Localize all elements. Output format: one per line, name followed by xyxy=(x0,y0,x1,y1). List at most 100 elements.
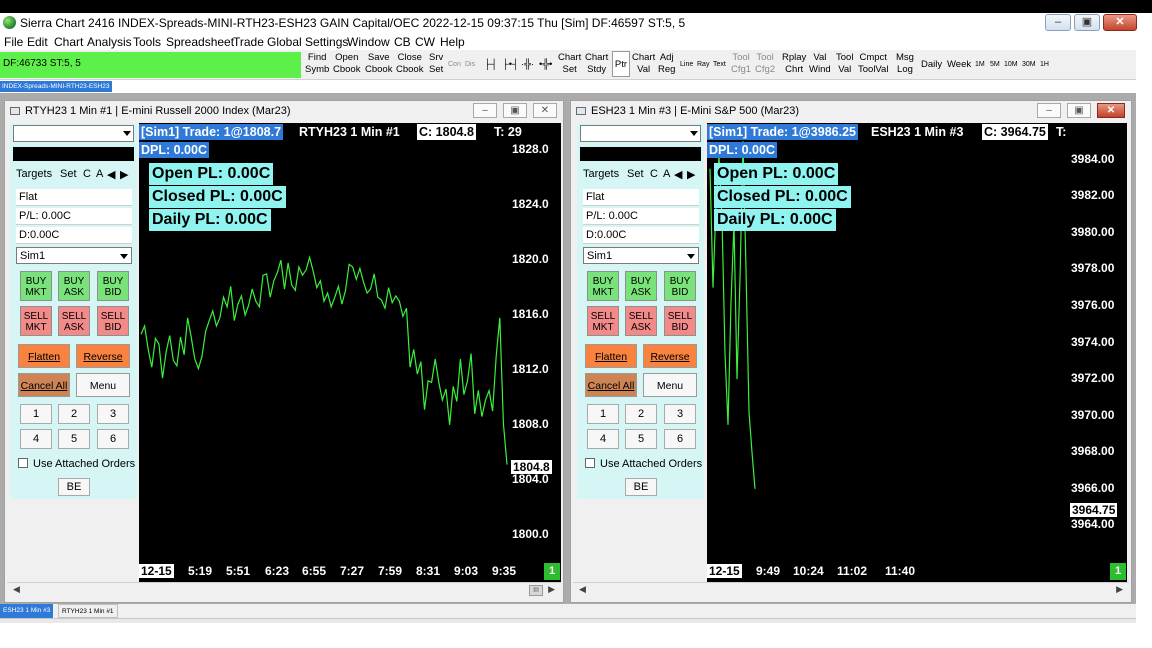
scroll-right-icon[interactable]: ▶ xyxy=(1116,584,1123,595)
close-button[interactable]: ✕ xyxy=(1103,14,1137,31)
connect-button[interactable]: Con xyxy=(448,59,461,71)
find-symbol-button[interactable]: Find Symb xyxy=(305,52,329,76)
open-chartbook-button[interactable]: Open Cbook xyxy=(333,52,360,76)
trade-symbol-dropdown[interactable] xyxy=(580,125,701,142)
qty-3-button[interactable]: 3 xyxy=(97,404,129,424)
scroll-left-icon[interactable]: ◀ xyxy=(579,584,586,595)
message-log-button[interactable]: Msg Log xyxy=(896,52,914,76)
menu-tools[interactable]: Tools xyxy=(133,35,161,49)
10m-button[interactable]: 10M xyxy=(1004,59,1018,71)
menu-button[interactable]: Menu xyxy=(643,373,697,397)
qty-4-button[interactable]: 4 xyxy=(20,429,52,449)
cancel-all-button[interactable]: Cancel All xyxy=(18,373,70,397)
buy-mkt-button[interactable]: BUY MKT xyxy=(587,271,619,301)
qty-1-button[interactable]: 1 xyxy=(20,404,52,424)
chart-studies-button[interactable]: Chart Stdy xyxy=(585,52,608,76)
tab-c[interactable]: C xyxy=(83,168,91,180)
sell-mkt-button[interactable]: SELL MKT xyxy=(20,306,52,336)
tab-scroll-left-icon[interactable]: ◀ xyxy=(674,168,682,181)
close-chartbook-button[interactable]: Close Cbook xyxy=(396,52,423,76)
qty-5-button[interactable]: 5 xyxy=(58,429,90,449)
qty-6-button[interactable]: 6 xyxy=(664,429,696,449)
scroll-thumb[interactable]: III xyxy=(529,585,543,596)
qty-4-button[interactable]: 4 xyxy=(587,429,619,449)
chart-values-button[interactable]: Chart Val xyxy=(632,52,655,76)
1m-button[interactable]: 1M xyxy=(975,59,985,71)
buy-bid-button[interactable]: BUY BID xyxy=(97,271,129,301)
tab-a[interactable]: A xyxy=(663,168,670,180)
qty-2-button[interactable]: 2 xyxy=(58,404,90,424)
tab-targets[interactable]: Targets xyxy=(583,168,619,180)
tab-set[interactable]: Set xyxy=(627,168,644,180)
tool-config2-button[interactable]: Tool Cfg2 xyxy=(755,52,775,76)
chart-close-button[interactable]: ✕ xyxy=(1097,103,1125,118)
chart-minimize-button[interactable]: – xyxy=(1037,103,1061,118)
tab-targets[interactable]: Targets xyxy=(16,168,52,180)
values-window-button[interactable]: Val Wind xyxy=(809,52,831,76)
account-select[interactable]: Sim1 xyxy=(16,247,132,264)
qty-6-button[interactable]: 6 xyxy=(97,429,129,449)
tab-set[interactable]: Set xyxy=(60,168,77,180)
minimize-button[interactable]: – xyxy=(1045,14,1071,31)
30m-button[interactable]: 30M xyxy=(1022,59,1036,71)
qty-1-button[interactable]: 1 xyxy=(587,404,619,424)
week-button[interactable]: Week xyxy=(947,59,971,71)
menu-chart[interactable]: Chart xyxy=(54,35,83,49)
use-attached-orders-checkbox[interactable]: Use Attached Orders xyxy=(585,458,702,470)
tab-scroll-left-icon[interactable]: ◀ xyxy=(107,168,115,181)
qty-3-button[interactable]: 3 xyxy=(664,404,696,424)
tool-config1-button[interactable]: Tool Cfg1 xyxy=(731,52,751,76)
tab-rtyh23[interactable]: RTYH23 1 Min #1 xyxy=(58,604,118,618)
reverse-button[interactable]: Reverse xyxy=(76,344,130,368)
menu-cw[interactable]: CW xyxy=(415,35,435,49)
chartbook-tab[interactable]: INDEX-Spreads-MINI-RTH23-ESH23 xyxy=(0,81,112,92)
chart-spacing-dot-icon[interactable]: ├•┤ xyxy=(502,59,519,71)
tab-a[interactable]: A xyxy=(96,168,103,180)
horizontal-scrollbar[interactable]: ◀ III ▶ xyxy=(7,582,561,598)
menu-trade[interactable]: Trade xyxy=(233,35,264,49)
price-chart-rtyh23[interactable]: [Sim1] Trade: 1@1808.7 RTYH23 1 Min #1 C… xyxy=(139,123,561,582)
adjust-region-button[interactable]: Adj Reg xyxy=(658,52,675,76)
5m-button[interactable]: 5M xyxy=(990,59,1000,71)
menu-button[interactable]: Menu xyxy=(76,373,130,397)
menu-cb[interactable]: CB xyxy=(394,35,411,49)
buy-ask-button[interactable]: BUY ASK xyxy=(58,271,90,301)
chart-spacing-icon[interactable]: ├┤ xyxy=(484,59,497,71)
text-tool-button[interactable]: Text xyxy=(713,59,726,71)
pointer-tool-button[interactable]: Ptr xyxy=(612,51,630,77)
tab-c[interactable]: C xyxy=(650,168,658,180)
tab-scroll-right-icon[interactable]: ▶ xyxy=(687,168,695,181)
crosshair-icon[interactable]: ·╬· xyxy=(521,59,534,71)
ray-tool-button[interactable]: Ray xyxy=(697,59,709,71)
qty-2-button[interactable]: 2 xyxy=(625,404,657,424)
menu-edit[interactable]: Edit xyxy=(27,35,48,49)
server-settings-button[interactable]: Srv Set xyxy=(429,52,443,76)
crosshair-dot-icon[interactable]: •╬• xyxy=(539,59,552,71)
disconnect-button[interactable]: Dis xyxy=(465,59,475,71)
menu-analysis[interactable]: Analysis xyxy=(87,35,132,49)
scroll-right-icon[interactable]: ▶ xyxy=(548,584,555,595)
tool-values-button[interactable]: Tool Val xyxy=(836,52,853,76)
menu-file[interactable]: File xyxy=(4,35,23,49)
sell-bid-button[interactable]: SELL BID xyxy=(664,306,696,336)
1h-button[interactable]: 1H xyxy=(1040,59,1049,71)
save-chartbook-button[interactable]: Save Cbook xyxy=(365,52,392,76)
flatten-button[interactable]: Flatten xyxy=(18,344,70,368)
chart-settings-button[interactable]: Chart Set xyxy=(558,52,581,76)
menu-window[interactable]: Window xyxy=(347,35,390,49)
restore-button[interactable]: ▣ xyxy=(1074,14,1100,31)
sell-ask-button[interactable]: SELL ASK xyxy=(58,306,90,336)
chart-close-button[interactable]: ✕ xyxy=(533,103,557,118)
tab-scroll-right-icon[interactable]: ▶ xyxy=(120,168,128,181)
be-button[interactable]: BE xyxy=(625,478,657,496)
horizontal-scrollbar[interactable]: ◀ ▶ xyxy=(573,582,1129,598)
tab-esh23[interactable]: ESH23 1 Min #3 xyxy=(0,604,54,618)
chart-maximize-button[interactable]: ▣ xyxy=(1067,103,1091,118)
cancel-all-button[interactable]: Cancel All xyxy=(585,373,637,397)
sell-bid-button[interactable]: SELL BID xyxy=(97,306,129,336)
qty-5-button[interactable]: 5 xyxy=(625,429,657,449)
trade-symbol-dropdown[interactable] xyxy=(13,125,134,142)
replay-chart-button[interactable]: Rplay Chrt xyxy=(782,52,806,76)
buy-bid-button[interactable]: BUY BID xyxy=(664,271,696,301)
menu-global-settings[interactable]: Global Settings xyxy=(267,35,348,49)
